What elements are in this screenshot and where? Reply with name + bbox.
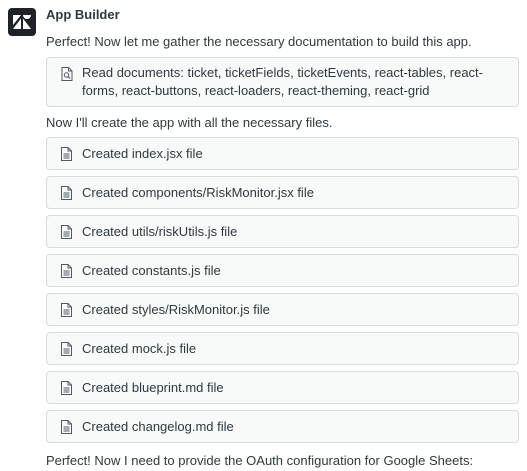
file-card[interactable]: Created constants.js file	[46, 254, 519, 287]
outro-message: Perfect! Now I need to provide the OAuth…	[46, 453, 474, 468]
file-card[interactable]: Created index.jsx file	[46, 137, 519, 170]
file-card[interactable]: Created components/RiskMonitor.jsx file	[46, 176, 519, 209]
created-files-list: Created index.jsx file Created component…	[46, 137, 519, 443]
file-label: Created mock.js file	[82, 340, 197, 356]
file-label: Created index.jsx file	[82, 145, 203, 161]
create-intro-message: Now I'll create the app with all the nec…	[46, 115, 333, 130]
file-icon	[61, 146, 74, 161]
file-label: Created changelog.md file	[82, 418, 234, 434]
file-card[interactable]: Created blueprint.md file	[46, 371, 519, 404]
file-icon	[61, 380, 74, 395]
read-documents-label: Read documents: ticket, ticketFields, ti…	[82, 65, 483, 98]
file-card[interactable]: Created utils/riskUtils.js file	[46, 215, 519, 248]
file-card[interactable]: Created styles/RiskMonitor.js file	[46, 293, 519, 326]
file-label: Created blueprint.md file	[82, 379, 224, 395]
file-label: Created utils/riskUtils.js file	[82, 223, 238, 239]
file-label: Created constants.js file	[82, 262, 221, 278]
file-icon	[61, 341, 74, 356]
file-card[interactable]: Created changelog.md file	[46, 410, 519, 443]
message-content: App Builder Perfect! Now let me gather t…	[46, 6, 519, 469]
file-icon	[61, 263, 74, 278]
read-documents-card[interactable]: Read documents: ticket, ticketFields, ti…	[46, 57, 519, 107]
file-label: Created styles/RiskMonitor.js file	[82, 301, 270, 317]
document-search-icon	[61, 67, 74, 81]
avatar	[8, 8, 36, 36]
file-icon	[61, 419, 74, 434]
file-card[interactable]: Created mock.js file	[46, 332, 519, 365]
zendesk-logo-icon	[13, 15, 31, 29]
file-icon	[61, 185, 74, 200]
file-label: Created components/RiskMonitor.jsx file	[82, 184, 314, 200]
sender-name: App Builder	[46, 7, 120, 22]
file-icon	[61, 302, 74, 317]
file-icon	[61, 224, 74, 239]
intro-message: Perfect! Now let me gather the necessary…	[46, 34, 472, 49]
